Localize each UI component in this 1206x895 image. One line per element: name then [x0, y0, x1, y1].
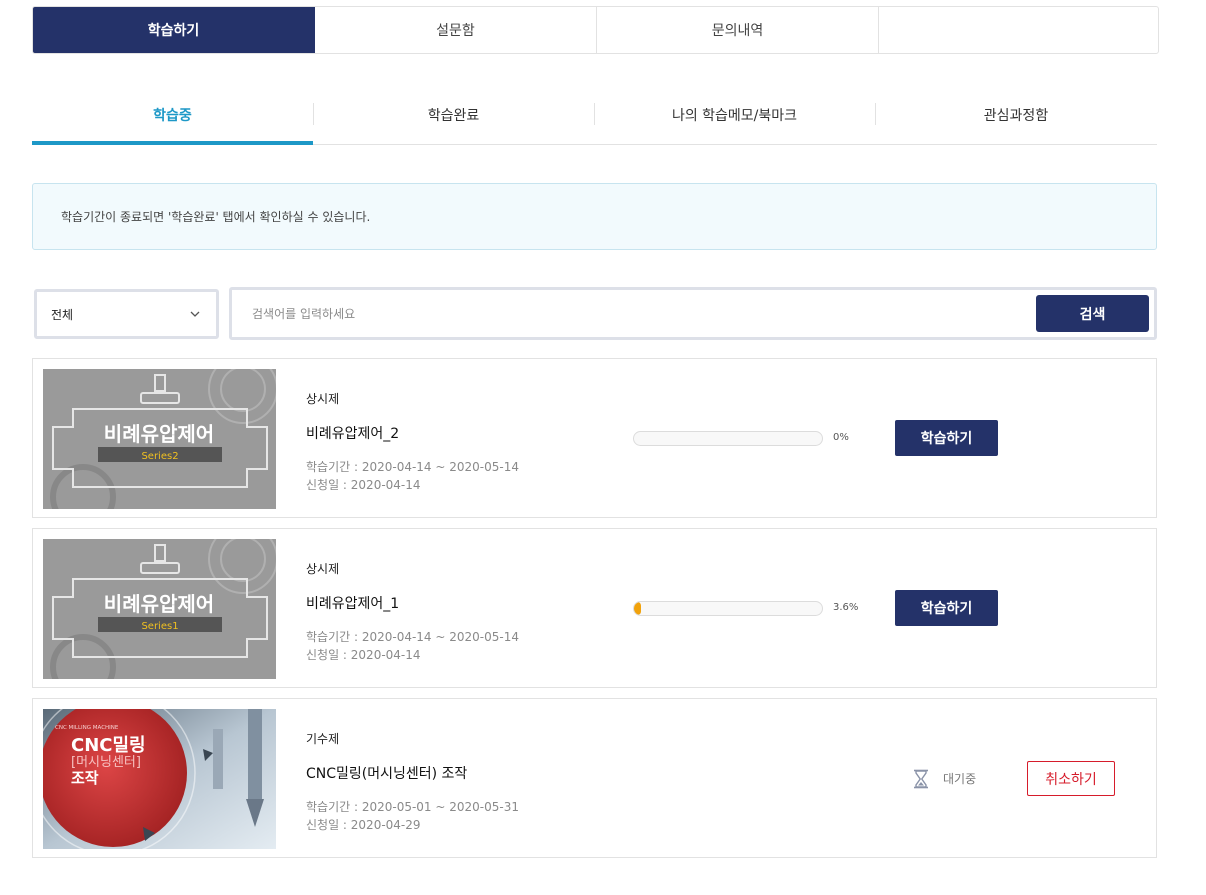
top-tab-bar: 학습하기 설문함 문의내역 [32, 6, 1159, 54]
search-button[interactable]: 검색 [1036, 295, 1149, 332]
study-button[interactable]: 학습하기 [895, 420, 998, 456]
notice-box: 학습기간이 종료되면 '학습완료' 탭에서 확인하실 수 있습니다. [32, 183, 1157, 250]
tab-survey[interactable]: 설문함 [315, 7, 597, 53]
thumb-series: Series2 [141, 451, 178, 462]
thumb-title: 비례유압제어 [104, 592, 214, 616]
subtab-interest[interactable]: 관심과정함 [875, 86, 1157, 144]
tab-study[interactable]: 학습하기 [33, 7, 315, 53]
thumb-title: 비례유압제어 [104, 422, 214, 446]
course-thumbnail: CNC MILLING MACHINE CNC밀링 [머시닝센터] 조작 [43, 709, 276, 849]
course-thumbnail: 비례유압제어 Series1 [43, 539, 276, 679]
thumb-line2: [머시닝센터] [71, 755, 141, 770]
course-title[interactable]: CNC밀링(머시닝센터) 조작 [306, 763, 467, 783]
course-card: 비례유압제어 Series1 상시제 비례유압제어_1 학습기간 : 2020-… [32, 528, 1157, 688]
progress-fill [634, 602, 641, 615]
search-box: 검색 [229, 287, 1157, 340]
thumb-line3: 조작 [71, 769, 99, 787]
subtab-in-progress[interactable]: 학습중 [32, 86, 313, 145]
progress-bar [633, 431, 823, 446]
thumb-series: Series1 [141, 621, 178, 632]
sub-tab-bar: 학습중 학습완료 나의 학습메모/북마크 관심과정함 [32, 86, 1157, 145]
chevron-down-icon [190, 311, 200, 317]
tab-inquiry[interactable]: 문의내역 [597, 7, 879, 53]
course-card: CNC MILLING MACHINE CNC밀링 [머시닝센터] 조작 기수제… [32, 698, 1157, 858]
course-type: 기수제 [306, 732, 340, 746]
course-period: 학습기간 : 2020-05-01 ~ 2020-05-31 [306, 800, 519, 814]
course-applied-date: 신청일 : 2020-04-14 [306, 648, 421, 662]
tab-empty [879, 7, 1158, 53]
course-title[interactable]: 비례유압제어_2 [306, 423, 399, 443]
course-period: 학습기간 : 2020-04-14 ~ 2020-05-14 [306, 460, 519, 474]
subtab-completed[interactable]: 학습완료 [313, 86, 594, 144]
status-waiting: 대기중 [943, 772, 977, 786]
course-type: 상시제 [306, 392, 340, 406]
progress-bar [633, 601, 823, 616]
search-input[interactable] [232, 290, 1036, 337]
course-thumbnail: 비례유압제어 Series2 [43, 369, 276, 509]
category-select[interactable]: 전체 [34, 289, 219, 339]
thumb-top-text: CNC MILLING MACHINE [55, 725, 119, 731]
course-title[interactable]: 비례유압제어_1 [306, 593, 399, 613]
thumb-line1: CNC밀링 [71, 735, 146, 756]
course-period: 학습기간 : 2020-04-14 ~ 2020-05-14 [306, 630, 519, 644]
course-applied-date: 신청일 : 2020-04-29 [306, 818, 421, 832]
cancel-button[interactable]: 취소하기 [1027, 761, 1115, 796]
course-type: 상시제 [306, 562, 340, 576]
category-select-value: 전체 [51, 307, 74, 322]
course-card: 비례유압제어 Series2 상시제 비례유압제어_2 학습기간 : 2020-… [32, 358, 1157, 518]
course-applied-date: 신청일 : 2020-04-14 [306, 478, 421, 492]
subtab-memo-bookmark[interactable]: 나의 학습메모/북마크 [594, 86, 875, 144]
notice-text: 학습기간이 종료되면 '학습완료' 탭에서 확인하실 수 있습니다. [61, 210, 371, 224]
progress-percent: 0% [833, 432, 849, 443]
study-button[interactable]: 학습하기 [895, 590, 998, 626]
hourglass-icon [914, 769, 928, 789]
progress-percent: 3.6% [833, 602, 859, 613]
